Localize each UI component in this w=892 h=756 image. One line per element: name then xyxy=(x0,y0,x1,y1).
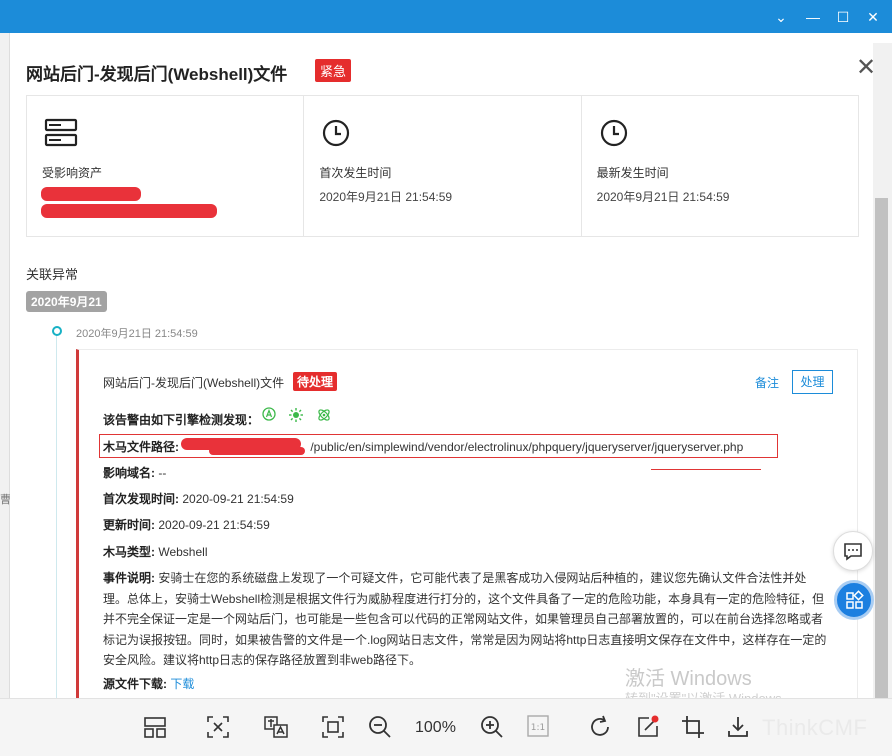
svg-text:1:1: 1:1 xyxy=(531,723,545,733)
download-icon[interactable] xyxy=(726,715,750,739)
first-found-row: 首次发现时间: 2020-09-21 21:54:59 xyxy=(103,490,294,507)
timeline-time: 2020年9月21日 21:54:59 xyxy=(76,328,198,340)
card-value: 2020年9月21日 21:54:59 xyxy=(596,190,730,204)
redaction-mark xyxy=(41,187,141,201)
domain-row: 影响域名: -- xyxy=(103,464,166,481)
engine-atom-icon xyxy=(318,409,330,421)
card-affected-asset: 受影响资产 xyxy=(27,96,305,236)
description-label: 事件说明: xyxy=(103,571,155,585)
alert-detail-dialog: 网站后门-发现后门(Webshell)文件 紧急 ✕ 受影响资产 首次发生时间 … xyxy=(10,43,873,698)
layout-icon[interactable] xyxy=(143,715,167,739)
zoom-in-icon[interactable] xyxy=(480,715,504,739)
status-badge: 待处理 xyxy=(293,372,338,391)
update-time-value: 2020-09-21 21:54:59 xyxy=(158,518,270,532)
event-title: 网站后门-发现后门(Webshell)文件 xyxy=(103,376,285,390)
chevron-down-icon[interactable]: ⌄ xyxy=(772,8,790,26)
trojan-type-label: 木马类型: xyxy=(103,545,155,559)
download-label: 源文件下载: xyxy=(103,677,167,691)
trojan-path-label: 木马文件路径: xyxy=(103,440,179,454)
background-page-strip: 曹 xyxy=(0,33,11,698)
card-label: 受影响资产 xyxy=(42,166,103,180)
maximize-icon[interactable]: ☐ xyxy=(834,8,852,26)
process-button[interactable]: 处理 xyxy=(792,370,833,394)
close-window-icon[interactable]: ✕ xyxy=(864,8,882,26)
section-related-anomalies: 关联异常 xyxy=(26,267,79,282)
trojan-path-value: /public/en/simplewind/vendor/electrolinu… xyxy=(310,440,744,454)
apps-grid-icon xyxy=(846,590,864,609)
card-latest-occurrence: 最新发生时间 2020年9月21日 21:54:59 xyxy=(582,96,858,236)
download-row: 源文件下载: 下载 xyxy=(103,675,194,692)
chat-icon xyxy=(844,543,862,561)
domain-label: 影响域名: xyxy=(103,466,155,480)
engines-label: 该告警由如下引擎检测发现： xyxy=(103,413,260,427)
summary-cards: 受影响资产 首次发生时间 2020年9月21日 21:54:59 最新发生时间 … xyxy=(26,95,859,237)
zoom-level: 100% xyxy=(415,719,456,736)
engine-sun-icon xyxy=(289,408,303,422)
card-first-occurrence: 首次发生时间 2020年9月21日 21:54:59 xyxy=(304,96,582,236)
timeline-dot xyxy=(52,326,62,336)
close-icon[interactable]: ✕ xyxy=(856,53,873,82)
underline-mark xyxy=(651,469,761,470)
redaction-mark xyxy=(209,447,305,455)
urgency-badge: 紧急 xyxy=(315,59,352,82)
trojan-type-value: Webshell xyxy=(158,545,208,559)
crop-text-icon[interactable] xyxy=(206,715,230,739)
domain-value: -- xyxy=(158,466,167,480)
rotate-icon[interactable] xyxy=(588,715,612,739)
engine-a-icon xyxy=(262,407,276,421)
card-label: 首次发生时间 xyxy=(319,166,392,180)
minimize-icon[interactable]: — xyxy=(804,8,822,26)
update-time-label: 更新时间: xyxy=(103,518,155,532)
event-description: 事件说明: 安骑士在您的系统磁盘上发现了一个可疑文件，它可能代表了是黑客成功入侵… xyxy=(103,568,829,671)
redaction-mark xyxy=(41,204,217,218)
zoom-out-icon[interactable] xyxy=(368,715,392,739)
note-link[interactable]: 备注 xyxy=(755,374,779,391)
engines-row: 该告警由如下引擎检测发现： xyxy=(103,411,259,428)
activation-watermark-title: 激活 Windows xyxy=(625,668,752,690)
window-title-bar: ⌄ — ☐ ✕ xyxy=(0,0,892,33)
trojan-type-row: 木马类型: Webshell xyxy=(103,543,207,560)
chat-button[interactable] xyxy=(833,531,873,571)
card-label: 最新发生时间 xyxy=(596,166,669,180)
update-time-row: 更新时间: 2020-09-21 21:54:59 xyxy=(103,516,270,533)
download-link[interactable]: 下载 xyxy=(170,677,194,691)
clock-icon xyxy=(323,119,350,147)
server-icon xyxy=(44,118,78,147)
brand-watermark: ThinkCMF xyxy=(762,715,868,740)
first-found-value: 2020-09-21 21:54:59 xyxy=(182,492,294,506)
annotate-icon[interactable] xyxy=(636,715,660,739)
scrollbar-thumb[interactable] xyxy=(875,198,888,698)
dialog-title: 网站后门-发现后门(Webshell)文件 xyxy=(26,65,288,84)
crop-icon[interactable] xyxy=(681,715,705,739)
description-text: 安骑士在您的系统磁盘上发现了一个可疑文件，它可能代表了是黑客成功入侵网站后种植的… xyxy=(103,571,827,667)
apps-button[interactable] xyxy=(834,580,874,620)
card-value: 2020年9月21日 21:54:59 xyxy=(319,190,453,204)
actual-size-icon[interactable]: 1:1 xyxy=(527,715,549,737)
clock-icon xyxy=(600,119,627,147)
translate-icon[interactable] xyxy=(263,715,289,739)
timeline-date-badge: 2020年9月21 xyxy=(26,291,107,312)
fit-screen-icon[interactable] xyxy=(321,715,345,739)
first-found-label: 首次发现时间: xyxy=(103,492,179,506)
event-card: 网站后门-发现后门(Webshell)文件 待处理 备注 处理 该告警由如下引擎… xyxy=(76,349,858,698)
engine-icons xyxy=(262,407,332,423)
image-viewer-toolbar: 100% 1:1 ThinkCMF xyxy=(0,698,892,756)
timeline-line xyxy=(56,333,57,698)
